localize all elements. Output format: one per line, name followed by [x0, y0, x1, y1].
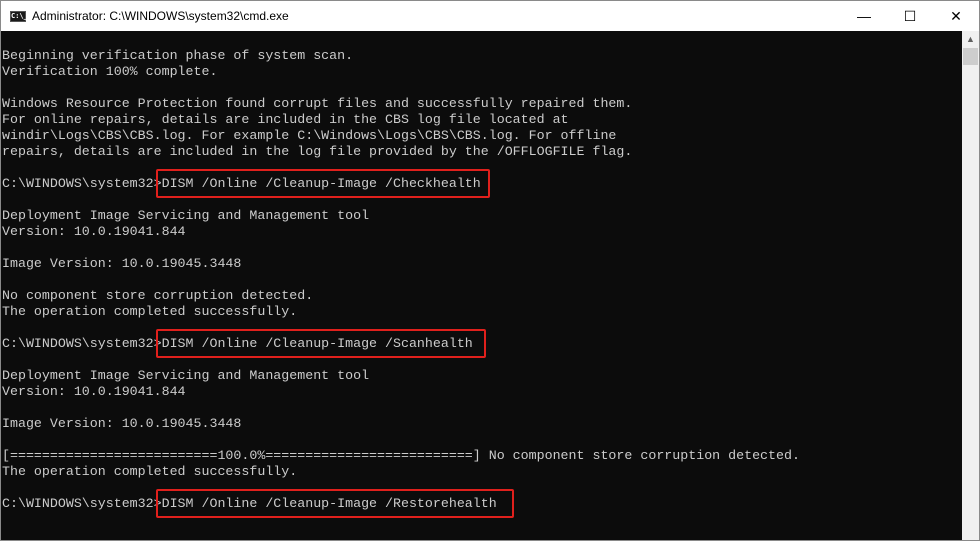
- command-prompt-line: C:\WINDOWS\system32>DISM /Online /Cleanu…: [1, 489, 962, 518]
- command-highlight-box: [156, 489, 514, 518]
- output-line: The operation completed successfully.: [2, 464, 298, 479]
- minimize-button[interactable]: —: [841, 1, 887, 31]
- output-line: No component store corruption detected.: [2, 288, 314, 303]
- cmd-app-icon: C:\_: [10, 10, 28, 22]
- output-line: Beginning verification phase of system s…: [2, 48, 354, 63]
- output-line: windir\Logs\CBS\CBS.log. For example C:\…: [2, 128, 617, 143]
- output-line: Version: 10.0.19041.844: [2, 384, 186, 399]
- terminal-output[interactable]: Beginning verification phase of system s…: [1, 31, 962, 540]
- command-prompt-line: C:\WINDOWS\system32>DISM /Online /Cleanu…: [1, 329, 962, 358]
- command-prompt-line: C:\WINDOWS\system32>DISM /Online /Cleanu…: [1, 169, 962, 198]
- output-line: Windows Resource Protection found corrup…: [2, 96, 633, 111]
- scrollbar-thumb[interactable]: [963, 48, 978, 65]
- output-line: [==========================100.0%=======…: [2, 448, 800, 463]
- maximize-button[interactable]: ☐: [887, 1, 933, 31]
- output-line: Image Version: 10.0.19045.3448: [2, 416, 242, 431]
- output-line: Verification 100% complete.: [2, 64, 218, 79]
- title-bar[interactable]: C:\_ Administrator: C:\WINDOWS\system32\…: [1, 1, 979, 31]
- output-line: Deployment Image Servicing and Managemen…: [2, 368, 370, 383]
- output-line: Version: 10.0.19041.844: [2, 224, 186, 239]
- output-line: The operation completed successfully.: [2, 304, 298, 319]
- vertical-scrollbar[interactable]: ▲: [962, 31, 979, 540]
- output-line: Deployment Image Servicing and Managemen…: [2, 208, 370, 223]
- window-title: Administrator: C:\WINDOWS\system32\cmd.e…: [32, 9, 289, 23]
- scroll-up-arrow-icon[interactable]: ▲: [962, 31, 979, 48]
- output-line: repairs, details are included in the log…: [2, 144, 633, 159]
- cmd-window: C:\_ Administrator: C:\WINDOWS\system32\…: [0, 0, 980, 541]
- output-line: For online repairs, details are included…: [2, 112, 569, 127]
- close-button[interactable]: ✕: [933, 1, 979, 31]
- output-line: Image Version: 10.0.19045.3448: [2, 256, 242, 271]
